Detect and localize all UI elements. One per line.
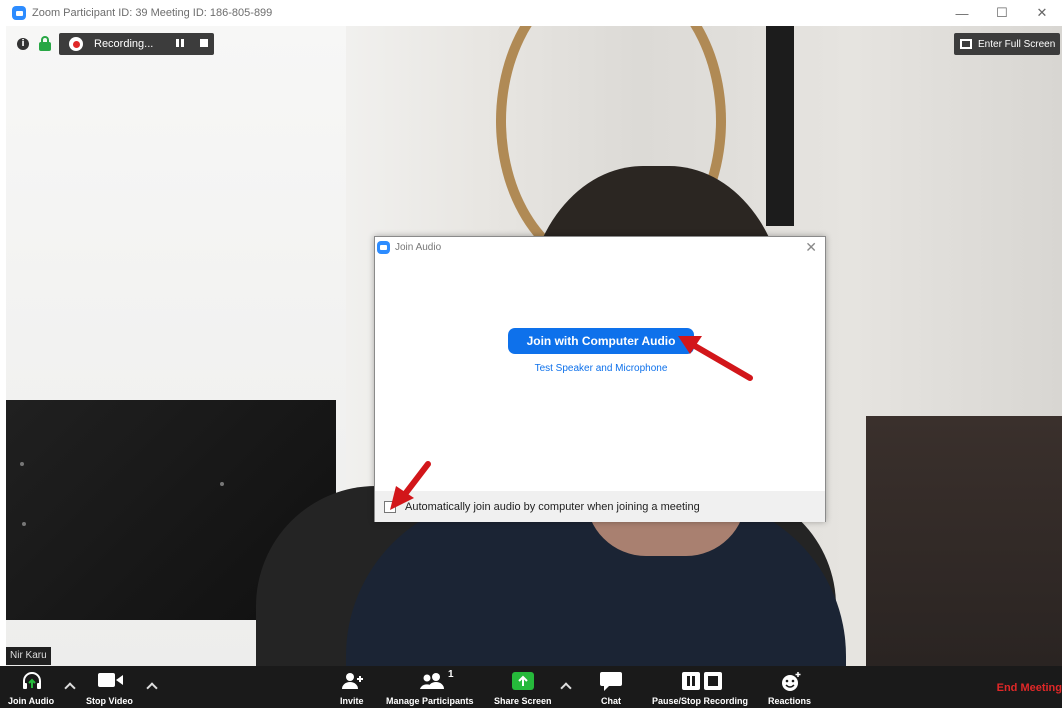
participant-name-tag: Nir Karu [6,647,51,665]
video-camera-icon [98,673,123,687]
zoom-meeting-window: Zoom Participant ID: 39 Meeting ID: 186-… [0,0,1062,708]
chat-bubble-icon [600,672,622,691]
pause-stop-icon [682,672,722,690]
invite-button[interactable]: Invite [330,666,376,708]
participants-icon [420,673,444,689]
auto-join-audio-label[interactable]: Automatically join audio by computer whe… [405,501,700,513]
background-pole [766,26,794,226]
headphones-icon [23,672,41,689]
join-with-computer-audio-button[interactable]: Join with Computer Audio [508,328,694,354]
reactions-button[interactable]: Reactions [764,666,816,708]
invite-label: Invite [340,696,364,706]
audio-options-caret-icon[interactable] [64,682,76,694]
annotation-arrow-join [678,336,753,381]
encryption-lock-icon[interactable] [39,36,51,51]
pause-stop-recording-button[interactable]: Pause/Stop Recording [650,666,756,708]
pause-recording-icon[interactable] [176,39,184,47]
title-bar: Zoom Participant ID: 39 Meeting ID: 186-… [0,0,1062,26]
dialog-title: Join Audio [395,242,442,253]
join-audio-label: Join Audio [8,696,55,706]
manage-participants-button[interactable]: 1 Manage Participants [384,666,484,708]
share-options-caret-icon[interactable] [560,682,572,694]
video-options-caret-icon[interactable] [146,682,158,694]
dialog-close-icon[interactable]: ✕ [805,239,817,256]
dialog-footer: Automatically join audio by computer whe… [375,491,825,522]
manage-participants-label: Manage Participants [386,696,474,706]
stop-recording-icon[interactable] [200,39,208,47]
meeting-toolbar: Join Audio Stop Video Invite 1 Manage Pa… [0,666,1062,708]
share-screen-button[interactable]: Share Screen [490,666,556,708]
window-title: Zoom Participant ID: 39 Meeting ID: 186-… [32,7,273,19]
join-audio-button[interactable]: Join Audio [0,666,64,708]
fullscreen-label: Enter Full Screen [978,38,1056,50]
minimize-button[interactable]: — [942,0,982,26]
recording-label: Recording... [94,38,154,50]
zoom-logo-icon [377,241,390,254]
end-meeting-button[interactable]: End Meeting [997,682,1062,694]
smiley-icon [782,672,801,691]
stop-video-label: Stop Video [86,696,133,706]
share-screen-label: Share Screen [494,696,552,706]
pause-stop-recording-label: Pause/Stop Recording [652,696,749,706]
meeting-info-icon[interactable]: i [17,38,29,50]
recording-icon [69,37,83,51]
chat-button[interactable]: Chat [592,666,632,708]
stop-video-button[interactable]: Stop Video [80,666,144,708]
background-sofa [866,416,1062,666]
window-controls: — ☐ ✕ [942,0,1062,26]
annotation-arrow-checkbox [390,461,431,510]
enter-fullscreen-button[interactable]: Enter Full Screen [954,33,1060,55]
chat-label: Chat [601,696,621,706]
zoom-logo-icon [12,6,26,20]
fullscreen-icon [960,39,972,49]
recording-indicator: Recording... [59,33,214,55]
participant-count: 1 [448,669,454,680]
close-button[interactable]: ✕ [1022,0,1062,26]
dialog-title-bar: Join Audio [377,241,441,254]
share-screen-icon [512,672,534,690]
reactions-label: Reactions [768,696,812,706]
maximize-button[interactable]: ☐ [982,0,1022,26]
add-person-icon [342,673,363,689]
